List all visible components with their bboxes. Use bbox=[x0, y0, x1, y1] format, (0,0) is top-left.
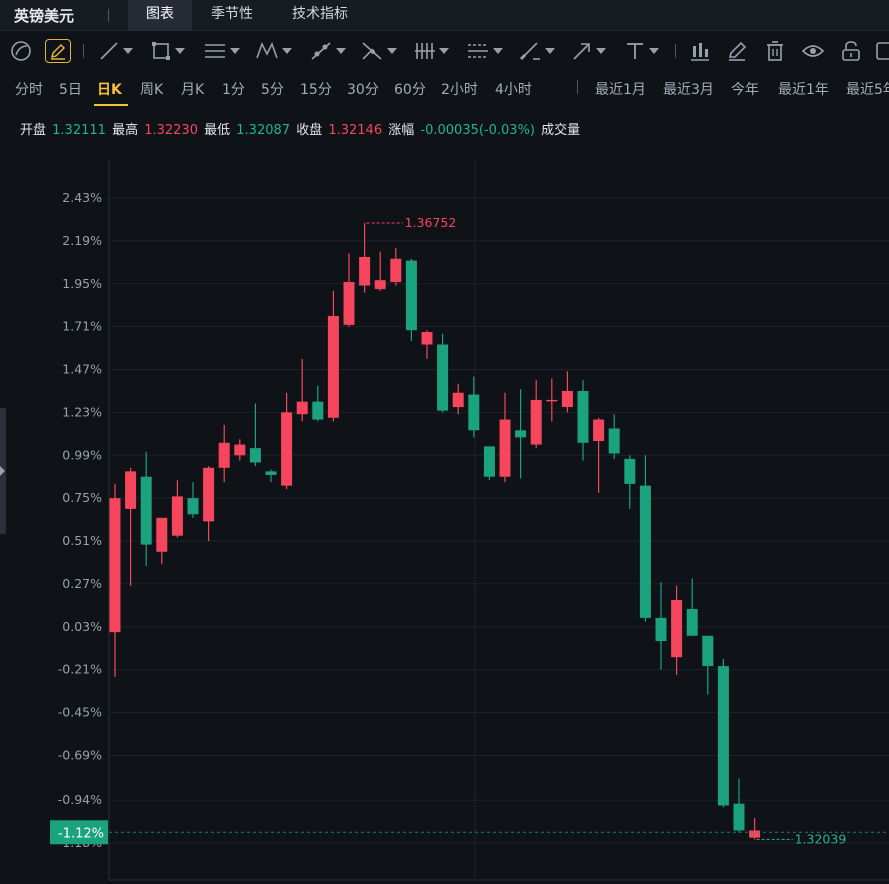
candle-body bbox=[187, 498, 199, 515]
candle-body bbox=[733, 803, 745, 831]
candle-body bbox=[296, 401, 308, 415]
y-tick-label: -0.45% bbox=[58, 705, 102, 720]
candle-body bbox=[343, 281, 355, 325]
candle-body bbox=[749, 830, 761, 838]
y-tick-label: 0.03% bbox=[62, 619, 102, 634]
candle-body bbox=[717, 666, 729, 806]
candle-body bbox=[499, 419, 511, 477]
candle-body bbox=[249, 448, 261, 463]
y-tick-label: -0.94% bbox=[58, 792, 102, 807]
candle-body bbox=[281, 412, 293, 486]
candle-body bbox=[655, 617, 667, 642]
current-price-label: -1.12% bbox=[58, 826, 104, 841]
candle-body bbox=[312, 401, 324, 420]
candle-body bbox=[546, 399, 558, 402]
candle-body bbox=[437, 344, 449, 411]
y-tick-label: 1.95% bbox=[62, 276, 102, 291]
y-tick-label: 1.71% bbox=[62, 319, 102, 334]
candle-body bbox=[265, 471, 277, 475]
candle-body bbox=[374, 280, 386, 290]
candle-body bbox=[624, 458, 636, 484]
y-tick-label: 0.99% bbox=[62, 447, 102, 462]
candle-body bbox=[390, 258, 402, 282]
candle-body bbox=[203, 467, 215, 522]
candle-body bbox=[515, 430, 527, 438]
y-tick-label: 0.75% bbox=[62, 490, 102, 505]
candle-body bbox=[125, 471, 137, 509]
candle-body bbox=[156, 517, 168, 552]
candle-body bbox=[702, 635, 714, 667]
y-tick-label: 2.43% bbox=[62, 190, 102, 205]
candle-body bbox=[530, 399, 542, 445]
candle-body bbox=[234, 444, 246, 456]
candle-body bbox=[639, 485, 651, 618]
candle-body bbox=[593, 419, 605, 441]
candle-body bbox=[577, 390, 589, 443]
y-tick-label: 1.47% bbox=[62, 362, 102, 377]
y-tick-label: -0.69% bbox=[58, 747, 102, 762]
y-tick-label: 1.23% bbox=[62, 404, 102, 419]
candle-body bbox=[608, 428, 620, 454]
candlestick-chart[interactable]: 2.43% 2.19% 1.95% 1.71% 1.47% 1.23% 0.99% 0.75%… bbox=[0, 0, 889, 884]
candle-body bbox=[468, 394, 480, 431]
candle-body bbox=[327, 315, 339, 418]
max-price-label: 1.36752 bbox=[405, 215, 457, 230]
min-price-label: 1.32039 bbox=[795, 831, 847, 846]
candle-body bbox=[561, 390, 573, 408]
candle-body bbox=[483, 446, 495, 477]
candle-body bbox=[359, 256, 371, 286]
candle-body bbox=[171, 496, 183, 536]
candle-body bbox=[671, 600, 683, 658]
candle-body bbox=[421, 332, 433, 345]
candle-body bbox=[140, 476, 152, 545]
candle-body bbox=[218, 442, 230, 468]
y-tick-label: 0.27% bbox=[62, 576, 102, 591]
y-tick-label: -0.21% bbox=[58, 662, 102, 677]
candle-body bbox=[109, 498, 121, 633]
candle-body bbox=[686, 608, 698, 636]
y-tick-label: 2.19% bbox=[62, 233, 102, 248]
candle-body bbox=[452, 392, 464, 408]
candle-body bbox=[405, 260, 417, 331]
y-tick-label: 0.51% bbox=[62, 533, 102, 548]
